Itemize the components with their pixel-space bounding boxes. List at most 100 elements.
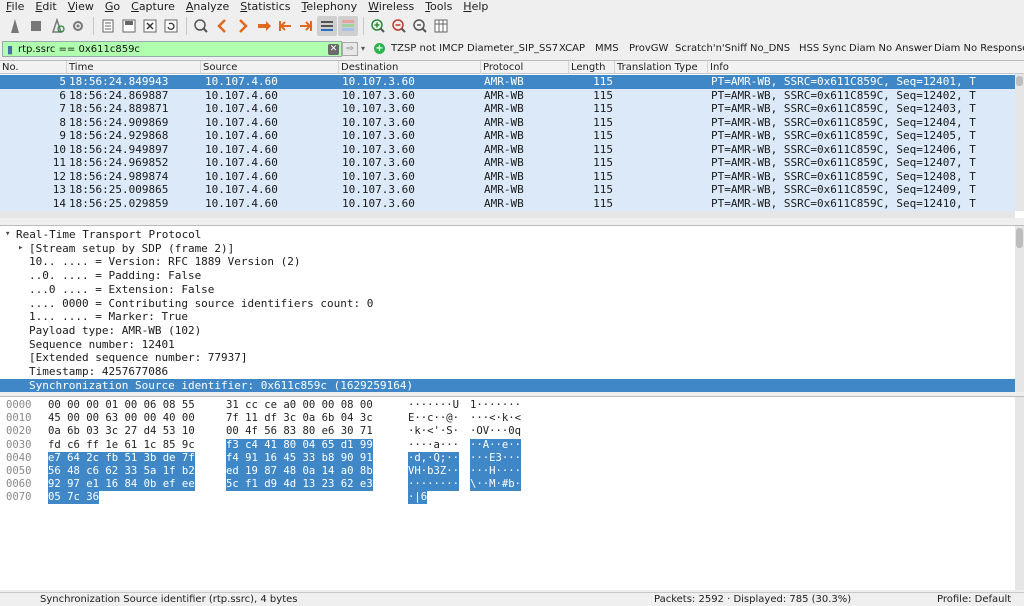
zoom-reset-icon[interactable] [410, 16, 430, 36]
detail-row[interactable]: .... 0000 = Contributing source identifi… [0, 297, 1015, 311]
column-header-info[interactable]: Info [707, 61, 1024, 74]
hex-row[interactable]: 0030 fd c6 ff 1e 61 1c 85 9c f3 c4 41 80 0… [0, 438, 1015, 452]
detail-row[interactable]: ..0. .... = Padding: False [0, 269, 1015, 283]
packet-list-horizontal-scrollbar[interactable] [0, 211, 1015, 218]
hex-row[interactable]: 0010 45 00 00 63 00 00 40 00 7f 11 df 3c 0… [0, 412, 1015, 425]
menu-edit[interactable]: Edit [35, 0, 56, 13]
forward-arrow-icon[interactable] [233, 16, 253, 36]
last-packet-icon[interactable] [296, 16, 316, 36]
column-header-translation-type[interactable]: Translation Type [614, 61, 707, 74]
packet-row[interactable]: 11 18:56:24.969852 10.107.4.60 10.107.3.60 A… [0, 156, 1015, 170]
restart-icon[interactable] [47, 16, 67, 36]
collapse-arrow-icon[interactable]: ▾ [5, 228, 10, 242]
hex-row[interactable]: 0040 e7 64 2c fb 51 3b de 7f f4 91 16 45 3… [0, 451, 1015, 465]
filter-button-scratch-n-sniff[interactable]: Scratch'n'Sniff [675, 42, 747, 56]
detail-row[interactable]: 10.. .... = Version: RFC 1889 Version (2… [0, 255, 1015, 269]
display-filter-text[interactable]: rtp.ssrc == 0x611c859c [17, 44, 328, 55]
column-header-destination[interactable]: Destination [338, 61, 480, 74]
hex-row[interactable]: 0050 56 48 c6 62 33 5a 1f b2 ed 19 87 48 0… [0, 465, 1015, 478]
details-vertical-scrollbar[interactable] [1015, 226, 1024, 392]
packet-row[interactable]: 5 18:56:24.849943 10.107.4.60 10.107.3.60 AM… [0, 75, 1015, 89]
packet-cell-proto: AMR-WB [484, 129, 524, 142]
menu-analyze[interactable]: Analyze [186, 0, 229, 13]
filter-button-diam-no-response[interactable]: Diam No Response [934, 42, 1024, 56]
hex-row[interactable]: 0070 05 7c 36 ·|6 [0, 491, 1015, 505]
expand-arrow-icon[interactable]: ▸ [18, 242, 23, 256]
filter-button-tzsp[interactable]: TZSP not IMCP [391, 42, 464, 56]
menu-statistics[interactable]: Statistics [240, 0, 290, 13]
packet-row[interactable]: 6 18:56:24.869887 10.107.4.60 10.107.3.60 AM… [0, 88, 1015, 102]
zoom-out-icon[interactable] [389, 16, 409, 36]
bookmark-icon[interactable]: ▮ [3, 43, 17, 56]
menu-go[interactable]: Go [105, 0, 120, 13]
menu-wireless[interactable]: Wireless [368, 0, 414, 13]
menu-file[interactable]: File [6, 0, 24, 13]
detail-row[interactable]: ...0 .... = Extension: False [0, 283, 1015, 297]
packet-row[interactable]: 12 18:56:24.989874 10.107.4.60 10.107.3.60 A… [0, 169, 1015, 183]
detail-row[interactable]: Synchronization Source identifier: 0x611… [0, 378, 1015, 392]
menu-view[interactable]: View [68, 0, 94, 13]
filter-button-provgw[interactable]: ProvGW [629, 42, 668, 56]
hex-row[interactable]: 0000 00 00 00 01 00 06 08 55 31 cc ce a0 0… [0, 399, 1015, 412]
packet-list-header: No. Time Source Destination Protocol Len… [0, 61, 1024, 74]
column-header-no[interactable]: No. [0, 61, 66, 74]
back-arrow-icon[interactable] [212, 16, 232, 36]
packet-row[interactable]: 10 18:56:24.949897 10.107.4.60 10.107.3.60 A… [0, 142, 1015, 156]
packet-cell-len: 115 [593, 115, 613, 129]
menu-help[interactable]: Help [463, 0, 488, 13]
packet-row[interactable]: 7 18:56:24.889871 10.107.4.60 10.107.3.60 AM… [0, 102, 1015, 116]
options-gear-icon[interactable] [68, 16, 88, 36]
packet-row[interactable]: 13 18:56:25.009865 10.107.4.60 10.107.3.60 A… [0, 183, 1015, 197]
packet-row[interactable]: 8 18:56:24.909869 10.107.4.60 10.107.3.60 AM… [0, 115, 1015, 129]
packet-cell-dst: 10.107.3.60 [342, 183, 415, 196]
filter-button-no-dns[interactable]: No_DNS [750, 42, 790, 56]
packet-cell-no: 10 [52, 142, 66, 156]
detail-row[interactable]: ▸ [Stream setup by SDP (frame 2)] [0, 242, 1015, 256]
menu-tools[interactable]: Tools [425, 0, 452, 13]
save-icon[interactable] [119, 16, 139, 36]
first-packet-icon[interactable] [275, 16, 295, 36]
packet-list-scroll-thumb[interactable] [1016, 76, 1023, 86]
bytes-vertical-scrollbar[interactable] [1015, 397, 1024, 590]
filter-button-diameter-sip-ss7[interactable]: Diameter_SIP_SS7 [467, 42, 558, 56]
packet-row[interactable]: 9 18:56:24.929868 10.107.4.60 10.107.3.60 AM… [0, 129, 1015, 143]
column-header-length[interactable]: Length [568, 61, 614, 74]
column-header-protocol[interactable]: Protocol [480, 61, 568, 74]
reload-icon[interactable] [161, 16, 181, 36]
details-scroll-thumb[interactable] [1016, 228, 1023, 248]
filter-button-xcap[interactable]: XCAP [559, 42, 585, 56]
packet-row[interactable]: 14 18:56:25.029859 10.107.4.60 10.107.3.60 A… [0, 196, 1015, 210]
detail-row[interactable]: Timestamp: 4257677086 [0, 365, 1015, 379]
detail-row[interactable]: Sequence number: 12401 [0, 338, 1015, 352]
detail-row[interactable]: ▾ Real-Time Transport Protocol [0, 228, 1015, 242]
apply-filter-arrow-icon[interactable]: ⇨ [342, 42, 358, 56]
find-icon[interactable] [191, 16, 211, 36]
filter-button-mms[interactable]: MMS [595, 42, 619, 56]
colorize-icon[interactable] [338, 16, 358, 36]
hex-row[interactable]: 0020 0a 6b 03 3c 27 d4 53 10 00 4f 56 83 8… [0, 425, 1015, 438]
autoscroll-icon[interactable] [317, 16, 337, 36]
display-filter-input[interactable]: ▮ rtp.ssrc == 0x611c859c ✕ [2, 41, 342, 57]
filter-button-diam-no-answer[interactable]: Diam No Answer [849, 42, 932, 56]
filter-button-hss-sync[interactable]: HSS Sync [799, 42, 847, 56]
detail-row[interactable]: Payload type: AMR-WB (102) [0, 324, 1015, 338]
hex-row[interactable]: 0060 92 97 e1 16 84 0b ef ee 5c f1 d9 4d 1… [0, 478, 1015, 492]
shark-fin-icon[interactable] [5, 16, 25, 36]
resize-columns-icon[interactable] [431, 16, 451, 36]
go-to-packet-icon[interactable] [254, 16, 274, 36]
detail-row[interactable]: 1... .... = Marker: True [0, 310, 1015, 324]
clear-filter-icon[interactable]: ✕ [328, 43, 339, 55]
stop-icon[interactable] [26, 16, 46, 36]
menu-telephony[interactable]: Telephony [302, 0, 358, 13]
zoom-in-icon[interactable] [368, 16, 388, 36]
add-filter-button-icon[interactable]: + [374, 43, 385, 54]
open-file-icon[interactable] [98, 16, 118, 36]
menu-capture[interactable]: Capture [131, 0, 175, 13]
packet-list-vertical-scrollbar[interactable] [1015, 74, 1024, 211]
column-header-time[interactable]: Time [66, 61, 200, 74]
detail-row[interactable]: [Extended sequence number: 77937] [0, 351, 1015, 365]
status-profile[interactable]: Profile: Default [937, 593, 1011, 606]
close-file-icon[interactable] [140, 16, 160, 36]
column-header-source[interactable]: Source [200, 61, 338, 74]
filter-history-dropdown-icon[interactable]: ▾ [361, 42, 371, 56]
